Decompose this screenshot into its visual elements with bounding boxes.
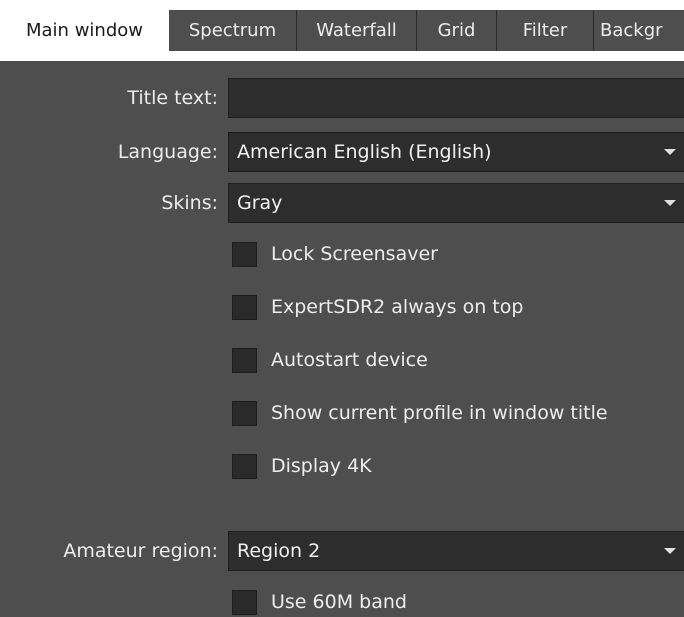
tab-grid[interactable]: Grid bbox=[417, 10, 497, 51]
title-text-label: Title text: bbox=[127, 87, 218, 109]
tab-label: Spectrum bbox=[188, 20, 277, 41]
lock-screensaver-checkbox[interactable] bbox=[232, 241, 257, 267]
use-60m-band-option[interactable]: Use 60M band bbox=[232, 587, 407, 617]
title-text-input[interactable] bbox=[228, 78, 684, 118]
skins-label: Skins: bbox=[161, 192, 218, 214]
dropdown-arrow-icon bbox=[664, 149, 676, 155]
skins-value: Gray bbox=[237, 192, 283, 214]
always-on-top-checkbox[interactable] bbox=[232, 294, 257, 320]
always-on-top-option[interactable]: ExpertSDR2 always on top bbox=[232, 292, 523, 322]
lock-screensaver-option[interactable]: Lock Screensaver bbox=[232, 239, 438, 269]
amateur-region-select[interactable]: Region 2 bbox=[228, 531, 684, 571]
option-label: Lock Screensaver bbox=[271, 243, 438, 265]
amateur-region-label: Amateur region: bbox=[63, 540, 218, 562]
tab-label: Waterfall bbox=[316, 20, 397, 41]
option-label: Display 4K bbox=[271, 455, 372, 477]
autostart-device-option[interactable]: Autostart device bbox=[232, 345, 428, 375]
tab-label: Grid bbox=[437, 20, 476, 41]
tab-label: Backgr bbox=[600, 20, 663, 41]
skins-select[interactable]: Gray bbox=[228, 183, 684, 223]
show-profile-option[interactable]: Show current profile in window title bbox=[232, 398, 608, 428]
use-60m-band-checkbox[interactable] bbox=[232, 589, 257, 615]
tab-spectrum[interactable]: Spectrum bbox=[169, 10, 297, 51]
option-label: Autostart device bbox=[271, 349, 428, 371]
dropdown-arrow-icon bbox=[664, 200, 676, 206]
language-label: Language: bbox=[117, 141, 218, 163]
option-label: ExpertSDR2 always on top bbox=[271, 296, 524, 318]
display-4k-checkbox[interactable] bbox=[232, 453, 257, 479]
tab-main-window[interactable]: Main window bbox=[0, 10, 169, 51]
display-4k-option[interactable]: Display 4K bbox=[232, 451, 372, 481]
autostart-device-checkbox[interactable] bbox=[232, 347, 257, 373]
tab-background[interactable]: Backgr bbox=[594, 10, 684, 51]
tab-bar: Main window Spectrum Waterfall Grid Filt… bbox=[0, 0, 684, 61]
dropdown-arrow-icon bbox=[664, 548, 676, 554]
option-label: Show current profile in window title bbox=[271, 402, 608, 424]
tab-filter[interactable]: Filter bbox=[497, 10, 594, 51]
tab-waterfall[interactable]: Waterfall bbox=[297, 10, 417, 51]
show-profile-checkbox[interactable] bbox=[232, 400, 257, 426]
tab-label: Main window bbox=[26, 20, 143, 41]
amateur-region-value: Region 2 bbox=[237, 540, 321, 562]
language-value: American English (English) bbox=[237, 141, 492, 163]
tab-label: Filter bbox=[522, 20, 568, 41]
language-select[interactable]: American English (English) bbox=[228, 132, 684, 172]
